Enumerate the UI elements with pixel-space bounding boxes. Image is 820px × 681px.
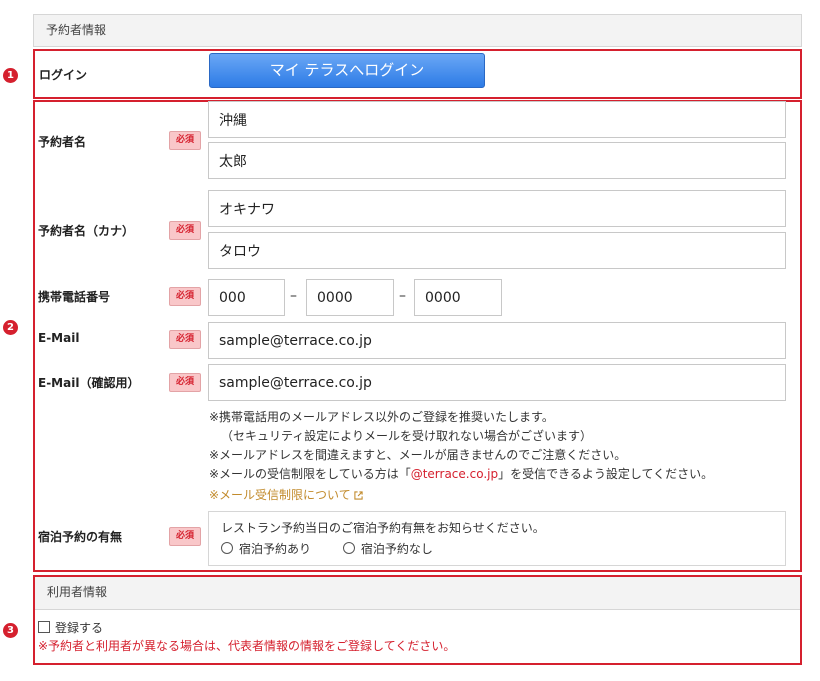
- email-confirm-label: E-Mail（確認用）: [38, 376, 140, 390]
- my-terrace-login-button[interactable]: マイ テラスへログイン: [209, 53, 485, 88]
- name-kana-label: 予約者名（カナ）: [38, 224, 135, 238]
- stay-label: 宿泊予約の有無: [38, 530, 123, 544]
- first-name-kana-input[interactable]: [208, 232, 786, 269]
- note-line: （セキュリティ設定によりメールを受け取れない場合がございます）: [221, 429, 593, 443]
- domain-highlight: @terrace.co.jp: [410, 467, 499, 481]
- section-title-reserver: 予約者情報: [46, 23, 107, 37]
- stay-option-yes-label: 宿泊予約あり: [239, 542, 312, 556]
- marker-2: 2: [3, 320, 18, 335]
- phone-part2-input[interactable]: [306, 279, 394, 316]
- marker-1: 1: [3, 68, 18, 83]
- email-confirm-input[interactable]: [208, 364, 786, 401]
- note-line: ※メールの受信制限をしている方は「@terrace.co.jp」を受信できるよう…: [209, 465, 713, 484]
- section-header-user: 利用者情報: [35, 577, 800, 610]
- phone-separator: –: [399, 288, 406, 304]
- required-badge: 必須: [169, 527, 201, 546]
- register-checkbox-row[interactable]: 登録する: [38, 619, 103, 636]
- last-name-input[interactable]: [208, 101, 786, 138]
- email-input[interactable]: [208, 322, 786, 359]
- phone-label: 携帯電話番号: [38, 290, 111, 304]
- radio-yes[interactable]: [221, 542, 233, 554]
- last-name-kana-input[interactable]: [208, 190, 786, 227]
- note-text: ※メールの受信制限をしている方は「: [209, 467, 411, 481]
- register-checkbox[interactable]: [38, 621, 50, 633]
- stay-radio-group: 宿泊予約あり 宿泊予約なし: [221, 540, 433, 557]
- marker-3: 3: [3, 623, 18, 638]
- mail-restriction-link-row: ※メール受信制限について: [209, 484, 713, 505]
- external-link-icon: [354, 491, 363, 500]
- required-badge: 必須: [169, 287, 201, 306]
- note-text: 」を受信できるよう設定してください。: [498, 467, 714, 481]
- section-header-reserver: 予約者情報: [33, 14, 802, 47]
- required-badge: 必須: [169, 330, 201, 349]
- required-badge: 必須: [169, 373, 201, 392]
- phone-separator: –: [290, 288, 297, 304]
- phone-part3-input[interactable]: [414, 279, 502, 316]
- mail-restriction-link[interactable]: ※メール受信制限について: [209, 488, 351, 502]
- phone-part1-input[interactable]: [208, 279, 285, 316]
- stay-option-yes[interactable]: 宿泊予約あり: [221, 542, 311, 556]
- required-badge: 必須: [169, 131, 201, 150]
- section-title-user: 利用者情報: [47, 585, 108, 599]
- name-label: 予約者名: [38, 135, 87, 149]
- note-line: ※携帯電話用のメールアドレス以外のご登録を推奨いたします。: [209, 410, 554, 424]
- register-warning: ※予約者と利用者が異なる場合は、代表者情報の情報をご登録してください。: [38, 639, 456, 653]
- stay-question: レストラン予約当日のご宿泊予約有無をお知らせください。: [221, 521, 545, 535]
- first-name-input[interactable]: [208, 142, 786, 179]
- required-badge: 必須: [169, 221, 201, 240]
- login-label: ログイン: [39, 68, 88, 82]
- radio-no[interactable]: [342, 542, 355, 554]
- login-section: ログイン マイ テラスへログイン: [33, 49, 802, 99]
- stay-option-no[interactable]: 宿泊予約なし: [342, 542, 433, 556]
- stay-option-no-label: 宿泊予約なし: [360, 542, 433, 556]
- stay-options-box: レストラン予約当日のご宿泊予約有無をお知らせください。 宿泊予約あり 宿泊予約な…: [208, 511, 786, 566]
- email-label: E-Mail: [38, 331, 80, 345]
- register-checkbox-label: 登録する: [55, 621, 104, 635]
- email-notes: ※携帯電話用のメールアドレス以外のご登録を推奨いたします。 （セキュリティ設定に…: [209, 408, 713, 505]
- user-info-section: 利用者情報 登録する ※予約者と利用者が異なる場合は、代表者情報の情報をご登録し…: [33, 575, 802, 665]
- note-line: ※メールアドレスを間違えますと、メールが届きませんのでご注意ください。: [209, 448, 627, 462]
